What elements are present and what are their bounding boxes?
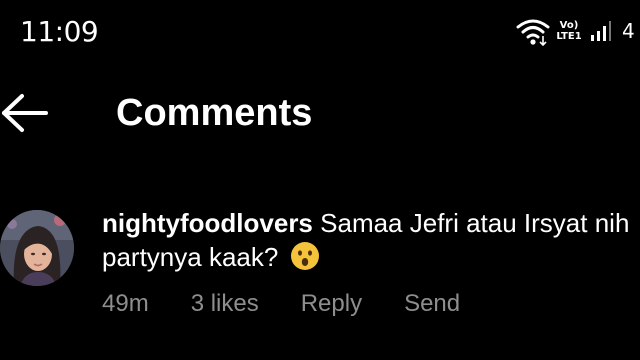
page-title: Comments <box>116 92 313 134</box>
status-time: 11:09 <box>20 15 99 48</box>
header: Comments <box>0 78 640 148</box>
comment-timestamp: 49m <box>102 290 149 317</box>
signal-icon <box>591 21 611 41</box>
network-type-label: Vo) LTE1 <box>556 20 582 42</box>
surprised-face-emoji <box>290 242 319 270</box>
battery-indicator: 4 <box>622 19 635 43</box>
status-bar: 11:09 Vo) LTE1 4 <box>0 0 640 60</box>
avatar[interactable] <box>0 210 74 286</box>
comment-username[interactable]: nightyfoodlovers <box>102 208 313 238</box>
comment-item: nightyfoodlovers Samaa Jefri atau Irsyat… <box>0 200 640 340</box>
back-button[interactable] <box>0 90 52 136</box>
comment-text-block: nightyfoodlovers Samaa Jefri atau Irsyat… <box>102 206 640 274</box>
comment-meta: 49m 3 likes Reply Send <box>102 288 460 320</box>
wifi-icon <box>516 19 550 46</box>
avatar-image <box>0 210 74 286</box>
send-button[interactable]: Send <box>404 288 460 320</box>
reply-button[interactable]: Reply <box>301 288 362 320</box>
comment-likes-count[interactable]: 3 likes <box>191 288 259 320</box>
arrow-left-icon <box>2 94 48 132</box>
status-icons: Vo) LTE1 4 <box>510 16 640 46</box>
